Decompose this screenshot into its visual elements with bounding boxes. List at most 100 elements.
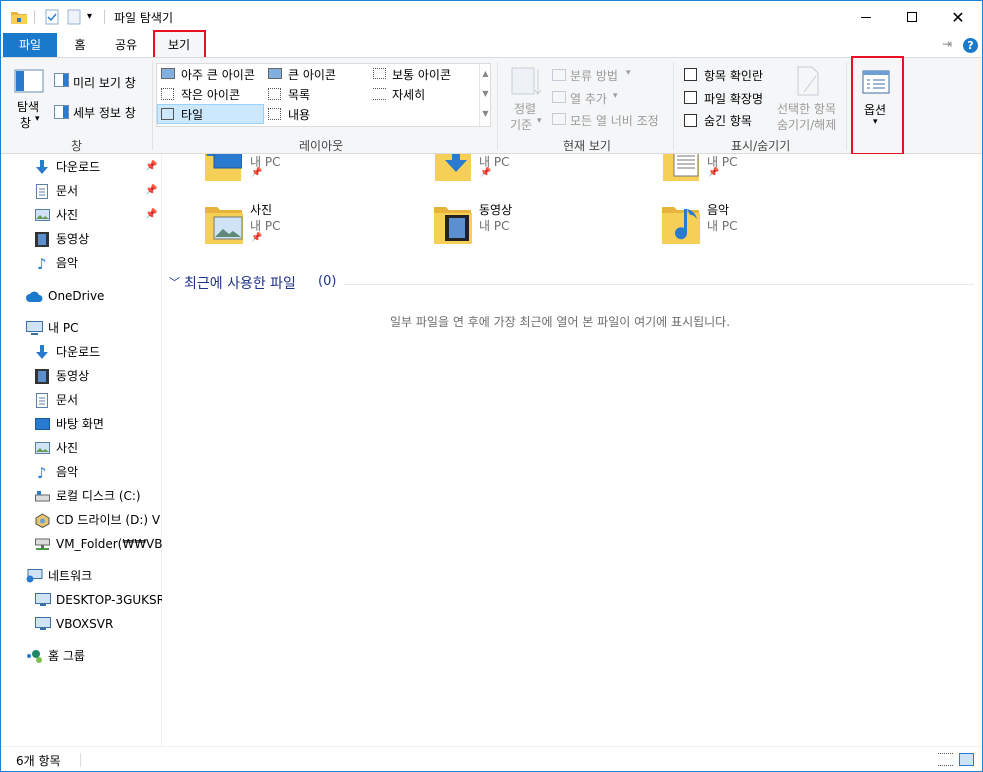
close-button[interactable]: ✕ <box>935 1 981 33</box>
sort-by-icon <box>511 67 542 95</box>
large-icons-view-icon[interactable] <box>959 753 974 766</box>
chevron-down-icon: ▾ <box>613 91 618 101</box>
hidden-items-checkbox[interactable] <box>684 114 697 127</box>
nav-item-documents-quick[interactable]: 문서 📌 <box>1 180 162 202</box>
hidden-items-label: 숨긴 항목 <box>704 114 752 128</box>
nav-item-vboxsvr[interactable]: VBOXSVR <box>1 613 162 635</box>
add-columns-icon <box>552 91 566 103</box>
nav-item-local-disk[interactable]: 로컬 디스크 (C:) <box>1 485 162 507</box>
tab-share[interactable]: 공유 <box>108 33 144 57</box>
folder-tile-videos[interactable]: 동영상 내 PC <box>432 199 632 249</box>
details-view-icon[interactable] <box>938 753 953 766</box>
sort-by-button-line2[interactable]: 기준 <box>510 116 532 133</box>
maximize-button[interactable] <box>889 1 935 33</box>
nav-item-onedrive[interactable]: OneDrive <box>1 285 162 307</box>
nav-pane-button[interactable]: 탐색 <box>17 98 39 115</box>
pin-icon: 📌 <box>251 168 263 178</box>
layout-extra-large[interactable]: 아주 큰 아이콘 <box>181 66 255 83</box>
layout-gallery-scroll[interactable]: ▲ ▼ ▼ <box>479 64 491 126</box>
tiles-icon <box>161 108 174 120</box>
nav-item-homegroup[interactable]: 홈 그룹 <box>1 645 162 667</box>
chevron-down-icon: ▾ <box>537 116 542 126</box>
pc-icon <box>26 321 43 335</box>
nav-item-this-pc[interactable]: 내 PC <box>1 317 162 339</box>
tab-file[interactable]: 파일 <box>3 33 57 57</box>
nav-item-vm-folder[interactable]: VM_Folder(₩₩VBox <box>1 533 162 555</box>
group-by-button[interactable]: 분류 방법 <box>570 67 618 84</box>
group-separator <box>497 62 498 150</box>
group-separator <box>673 62 674 150</box>
nav-item-videos[interactable]: 동영상 <box>1 365 162 387</box>
videos-folder-icon <box>434 207 472 244</box>
new-folder-icon[interactable] <box>66 8 82 26</box>
layout-details[interactable]: 자세히 <box>392 86 425 103</box>
details-pane-button[interactable]: 세부 정보 창 <box>73 104 136 121</box>
content-area: 내 PC 📌 내 PC 📌 내 PC 📌 사진 내 PC 📌 동영상 내 PC … <box>162 154 982 746</box>
tab-home[interactable]: 홈 <box>65 33 95 57</box>
maximize-icon <box>907 12 917 22</box>
hide-selected-button-line2[interactable]: 숨기기/해제 <box>777 116 836 133</box>
layout-tiles[interactable]: 타일 <box>181 106 203 123</box>
nav-item-downloads[interactable]: 다운로드 <box>1 341 162 363</box>
recent-files-group[interactable]: ﹀ 최근에 사용한 파일 (0) <box>166 272 978 296</box>
hide-selected-button[interactable]: 선택한 항목 <box>777 100 836 117</box>
nav-item-desktop[interactable]: 바탕 화면 <box>1 413 162 435</box>
folder-sub: 내 PC <box>707 219 738 233</box>
hide-selected-icon <box>797 66 819 96</box>
fit-columns-button[interactable]: 모든 열 너비 조정 <box>570 112 659 129</box>
customize-qa-icon[interactable]: ▾ <box>87 11 92 22</box>
video-icon <box>35 232 49 247</box>
nav-pane-button-line2[interactable]: 창 <box>20 114 31 131</box>
nav-item-documents[interactable]: 문서 <box>1 389 162 411</box>
divider <box>104 10 105 24</box>
computer-icon <box>35 593 51 606</box>
divider <box>344 284 974 285</box>
pin-ribbon-icon[interactable]: ⇥ <box>942 37 952 51</box>
layout-small[interactable]: 작은 아이콘 <box>181 86 240 103</box>
layout-large[interactable]: 큰 아이콘 <box>288 66 336 83</box>
details-pane-icon <box>54 105 69 119</box>
nav-item-videos-quick[interactable]: 동영상 <box>1 228 162 250</box>
pin-icon: 📌 <box>480 168 492 178</box>
nav-item-music-quick[interactable]: ♪ 음악 <box>1 252 162 274</box>
layout-list[interactable]: 목록 <box>288 86 310 103</box>
list-icon <box>268 88 281 100</box>
pin-icon[interactable]: 📌 <box>145 156 157 178</box>
divider <box>34 10 35 24</box>
layout-medium[interactable]: 보통 아이콘 <box>392 66 451 83</box>
pin-icon[interactable]: 📌 <box>145 204 157 226</box>
sort-by-button[interactable]: 정렬 <box>514 100 536 117</box>
pin-icon[interactable]: 📌 <box>145 180 157 202</box>
documents-folder-icon <box>663 154 699 181</box>
nav-item-cd-drive[interactable]: CD 드라이브 (D:) V <box>1 509 162 531</box>
details-icon <box>373 88 386 100</box>
ribbon: 탐색 창 ▾ 미리 보기 창 세부 정보 창 창 레이아웃 정렬 기준 ▾ 분류… <box>1 57 982 154</box>
help-icon[interactable]: ? <box>963 38 978 53</box>
nav-item-desktop-computer[interactable]: DESKTOP-3GUKSRS <box>1 589 162 611</box>
recent-files-count: (0) <box>318 274 337 289</box>
homegroup-icon <box>27 650 42 663</box>
item-checkboxes-checkbox[interactable] <box>684 68 697 81</box>
folder-name: 음악 <box>707 203 730 217</box>
divider <box>80 753 81 767</box>
download-icon <box>36 160 48 174</box>
nav-item-music[interactable]: ♪ 음악 <box>1 461 162 483</box>
properties-icon[interactable] <box>44 8 60 26</box>
layout-content[interactable]: 내용 <box>288 106 310 123</box>
fit-columns-icon <box>552 113 566 125</box>
folder-tile-pictures[interactable]: 사진 내 PC 📌 <box>202 199 402 249</box>
nav-item-downloads-quick[interactable]: 다운로드 📌 <box>1 156 162 178</box>
nav-item-pictures-quick[interactable]: 사진 📌 <box>1 204 162 226</box>
nav-item-network[interactable]: 네트워크 <box>1 565 162 587</box>
nav-item-pictures[interactable]: 사진 <box>1 437 162 459</box>
tab-view[interactable]: 보기 <box>156 33 202 57</box>
folder-sub: 내 PC <box>250 219 281 233</box>
minimize-button[interactable] <box>843 1 889 33</box>
item-count: 6개 항목 <box>16 754 61 768</box>
title-bar: ▾ 파일 탐색기 ✕ <box>1 1 982 33</box>
folder-name: 사진 <box>250 203 273 217</box>
folder-tile-music[interactable]: 음악 내 PC <box>660 199 860 249</box>
file-extensions-checkbox[interactable] <box>684 91 697 104</box>
add-columns-button[interactable]: 열 추가 <box>570 90 607 107</box>
preview-pane-button[interactable]: 미리 보기 창 <box>73 74 136 91</box>
